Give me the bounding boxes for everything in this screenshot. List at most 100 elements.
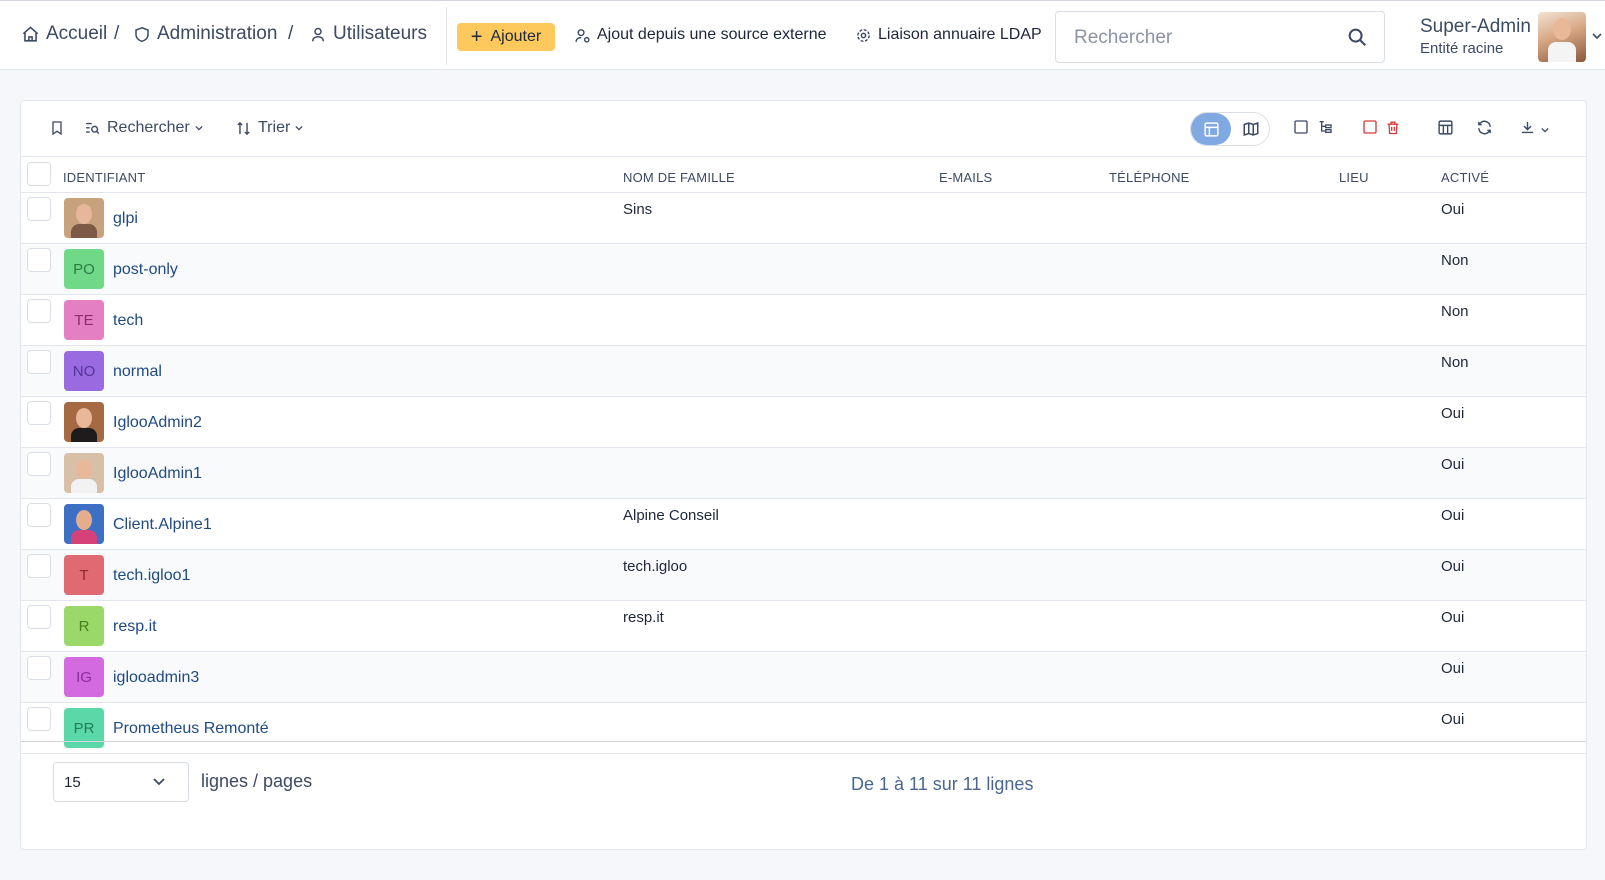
cell-lastname: tech.igloo bbox=[623, 558, 688, 575]
cell-active: Non bbox=[1441, 303, 1469, 320]
chevron-down-icon bbox=[195, 125, 203, 131]
add-button[interactable]: + Ajouter bbox=[457, 23, 555, 51]
cell-active: Non bbox=[1441, 252, 1469, 269]
users-list-card: Rechercher Trier IDENTIFIANT NOM DE FAMI bbox=[20, 100, 1587, 850]
row-checkbox[interactable] bbox=[27, 248, 51, 272]
cell-active: Oui bbox=[1441, 711, 1465, 728]
column-header-login[interactable]: IDENTIFIANT bbox=[63, 170, 145, 185]
breadcrumb-home[interactable]: Accueil bbox=[21, 23, 107, 45]
user-avatar: NO bbox=[64, 351, 104, 391]
row-checkbox[interactable] bbox=[27, 503, 51, 527]
user-avatar[interactable] bbox=[1538, 12, 1586, 62]
breadcrumb-home-label: Accueil bbox=[46, 23, 108, 44]
external-source-button[interactable]: Ajout depuis une source externe bbox=[574, 26, 826, 44]
columns-icon[interactable] bbox=[1437, 119, 1454, 136]
row-checkbox[interactable] bbox=[27, 605, 51, 629]
per-page-select[interactable]: 15 bbox=[53, 762, 189, 802]
table-row[interactable]: IglooAdmin1 Oui bbox=[21, 448, 1586, 499]
user-entity[interactable]: Entité racine bbox=[1420, 40, 1503, 57]
download-icon[interactable] bbox=[1519, 119, 1536, 136]
hierarchy-icon[interactable] bbox=[1317, 119, 1333, 135]
trash-icon[interactable] bbox=[1385, 119, 1401, 136]
select-all-icon[interactable] bbox=[1362, 119, 1378, 135]
table-row[interactable]: TE tech Non bbox=[21, 295, 1586, 346]
row-checkbox[interactable] bbox=[27, 452, 51, 476]
ldap-label: Liaison annuaire LDAP bbox=[878, 26, 1042, 43]
user-login-link[interactable]: normal bbox=[113, 363, 162, 381]
table-view-button[interactable] bbox=[1191, 113, 1231, 145]
cell-active: Oui bbox=[1441, 660, 1465, 677]
table-row[interactable]: IG iglooadmin3 Oui bbox=[21, 652, 1586, 703]
user-icon bbox=[312, 27, 324, 41]
ldap-button[interactable]: Liaison annuaire LDAP bbox=[855, 26, 1042, 44]
sort-button[interactable]: Trier bbox=[235, 119, 310, 137]
chevron-down-icon bbox=[295, 125, 303, 131]
user-name[interactable]: Super-Admin bbox=[1420, 16, 1531, 38]
breadcrumb-administration[interactable]: Administration bbox=[133, 23, 277, 45]
table-icon bbox=[1203, 121, 1219, 137]
checkbox-icon[interactable] bbox=[1293, 119, 1309, 135]
user-login-link[interactable]: tech bbox=[113, 312, 143, 330]
per-page-value: 15 bbox=[64, 774, 81, 791]
search-criteria-button[interactable]: Rechercher bbox=[84, 119, 210, 137]
user-login-link[interactable]: IglooAdmin1 bbox=[113, 465, 202, 483]
chevron-down-icon[interactable] bbox=[1540, 126, 1550, 134]
user-avatar: T bbox=[64, 555, 104, 595]
user-avatar bbox=[64, 198, 104, 238]
breadcrumb-separator: / bbox=[114, 23, 120, 44]
user-login-link[interactable]: post-only bbox=[113, 261, 178, 279]
sort-icon bbox=[237, 121, 250, 135]
map-view-button[interactable] bbox=[1231, 113, 1271, 145]
avatar-initials: R bbox=[78, 617, 90, 635]
user-login-link[interactable]: glpi bbox=[113, 210, 138, 228]
avatar-face bbox=[1553, 18, 1571, 40]
plus-icon: + bbox=[470, 26, 483, 48]
avatar-body bbox=[71, 428, 97, 442]
row-checkbox[interactable] bbox=[27, 401, 51, 425]
cell-active: Oui bbox=[1441, 456, 1465, 473]
row-checkbox[interactable] bbox=[27, 707, 51, 731]
search-criteria-label: Rechercher bbox=[107, 119, 190, 136]
column-header-emails[interactable]: E-MAILS bbox=[939, 170, 992, 185]
avatar-head bbox=[76, 204, 92, 224]
breadcrumb-separator: / bbox=[288, 23, 294, 44]
select-all-checkbox[interactable] bbox=[27, 162, 51, 186]
user-avatar bbox=[64, 402, 104, 442]
avatar-initials: T bbox=[79, 566, 89, 584]
cell-lastname: resp.it bbox=[623, 609, 664, 626]
chevron-down-icon bbox=[153, 778, 165, 786]
row-checkbox[interactable] bbox=[27, 350, 51, 374]
user-login-link[interactable]: Client.Alpine1 bbox=[113, 516, 212, 534]
map-icon bbox=[1243, 121, 1259, 137]
table-row[interactable]: NO normal Non bbox=[21, 346, 1586, 397]
column-header-lastname[interactable]: NOM DE FAMILLE bbox=[623, 170, 735, 185]
table-row[interactable]: IglooAdmin2 Oui bbox=[21, 397, 1586, 448]
column-header-phone[interactable]: TÉLÉPHONE bbox=[1109, 170, 1190, 185]
global-search-input[interactable] bbox=[1074, 25, 1334, 51]
table-row[interactable]: Client.Alpine1 Alpine Conseil Oui bbox=[21, 499, 1586, 550]
table-row[interactable]: glpi Sins Oui bbox=[21, 193, 1586, 244]
user-avatar: TE bbox=[64, 300, 104, 340]
row-checkbox[interactable] bbox=[27, 656, 51, 680]
bookmark-icon[interactable] bbox=[49, 119, 65, 137]
chevron-down-icon[interactable] bbox=[1591, 31, 1603, 41]
table-row[interactable]: Rresp.it resp.it Oui bbox=[21, 601, 1586, 652]
row-checkbox[interactable] bbox=[27, 299, 51, 323]
user-login-link[interactable]: tech.igloo1 bbox=[113, 567, 190, 585]
user-login-link[interactable]: IglooAdmin2 bbox=[113, 414, 202, 432]
table-row[interactable]: PO post-only Non bbox=[21, 244, 1586, 295]
refresh-icon[interactable] bbox=[1476, 119, 1493, 136]
column-header-location[interactable]: LIEU bbox=[1339, 170, 1369, 185]
user-login-link[interactable]: Prometheus Remonté bbox=[113, 720, 269, 738]
user-login-link[interactable]: iglooadmin3 bbox=[113, 669, 199, 687]
row-checkbox[interactable] bbox=[27, 197, 51, 221]
search-icon[interactable] bbox=[1346, 26, 1368, 48]
avatar-body bbox=[71, 479, 97, 493]
column-header-active[interactable]: ACTIVÉ bbox=[1441, 170, 1489, 185]
row-checkbox[interactable] bbox=[27, 554, 51, 578]
user-avatar bbox=[64, 504, 104, 544]
user-login-link[interactable]: resp.it bbox=[113, 618, 157, 636]
table-row[interactable]: Ttech.igloo1 tech.igloo Oui bbox=[21, 550, 1586, 601]
global-search bbox=[1055, 11, 1385, 63]
breadcrumb-users[interactable]: Utilisateurs bbox=[309, 23, 427, 45]
